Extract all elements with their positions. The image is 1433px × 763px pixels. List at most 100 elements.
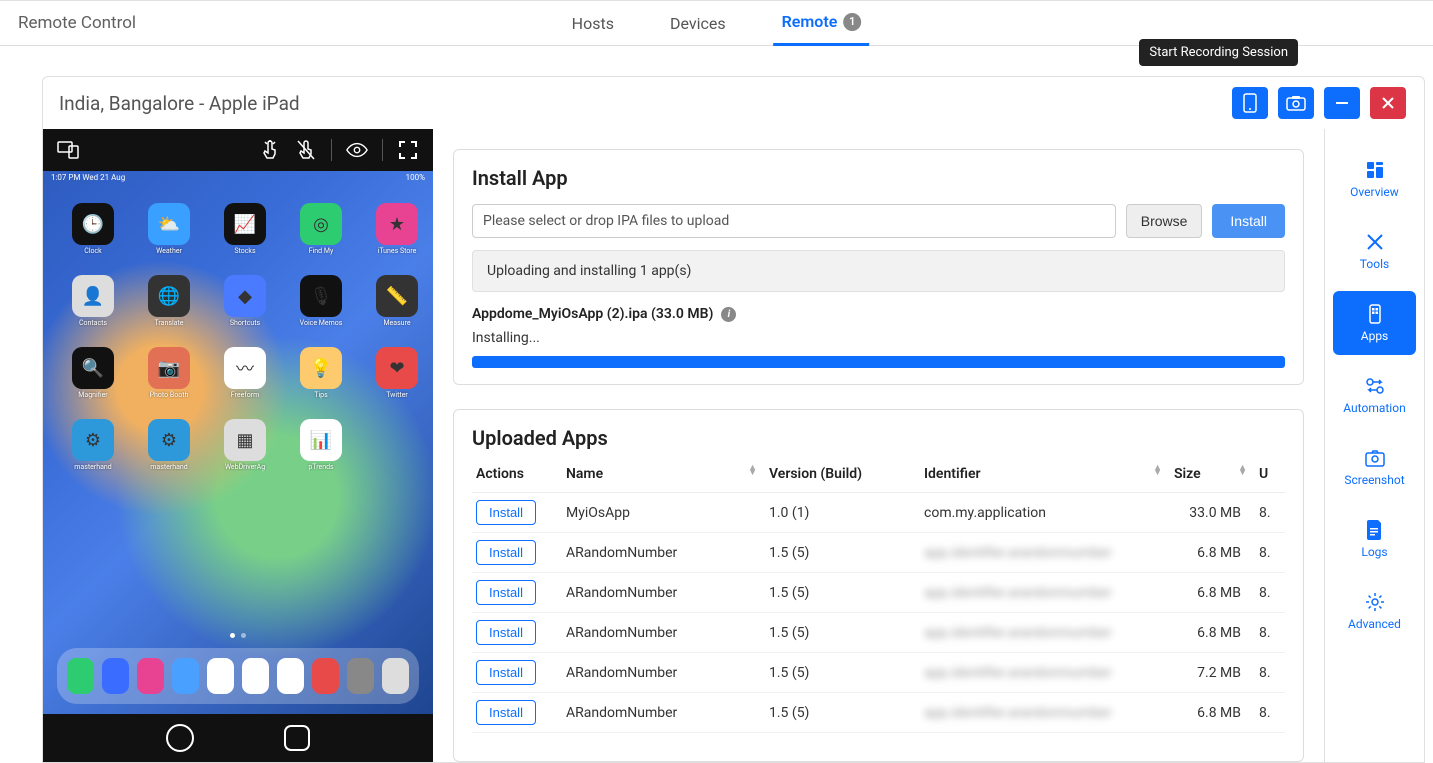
col-name[interactable]: Name▲▼ [562,460,765,493]
record-button[interactable] [1278,87,1314,119]
row-install-button[interactable]: Install [476,580,536,605]
app-title: Remote Control [18,13,136,33]
advanced-icon [1364,591,1386,613]
cell-size: 6.8 MB [1170,573,1255,613]
sidebar-item-tools[interactable]: Tools [1333,219,1416,283]
table-row: Install ARandomNumber 1.5 (5) app.identi… [472,573,1285,613]
col-version[interactable]: Version (Build) [765,460,920,493]
app-icon[interactable]: ⛅Weather [139,203,199,255]
app-icon[interactable]: 📷Photo Booth [139,347,199,399]
dock-icon[interactable] [277,658,304,694]
app-icon[interactable]: ▦WebDriverAg [215,419,275,471]
no-tap-icon[interactable] [295,139,317,161]
upload-row: Please select or drop IPA files to uploa… [472,204,1285,238]
dock-icon[interactable] [172,658,199,694]
session-title: India, Bangalore - Apple iPad [59,92,300,115]
devices-icon[interactable] [57,139,79,161]
info-icon[interactable]: i [721,307,736,322]
col-actions: Actions [472,460,562,493]
app-icon[interactable]: ◆Shortcuts [215,275,275,327]
device-screen[interactable]: 1:07 PM Wed 21 Aug 100% 🕒Clock⛅Weather📈S… [43,171,433,714]
dock-icon[interactable] [312,658,339,694]
app-icon[interactable]: 🌐Translate [139,275,199,327]
session-header: India, Bangalore - Apple iPad Start Reco… [43,77,1424,129]
app-icon[interactable]: 📊pTrends [291,419,351,471]
device-navbar [43,714,433,762]
app-icon[interactable]: 〰Freeform [215,347,275,399]
dock-icon[interactable] [382,658,409,694]
cell-identifier: app.identifier.arandomnumber [920,533,1170,573]
dock-icon[interactable] [347,658,374,694]
sort-icon: ▲▼ [1153,466,1162,476]
dock-icon[interactable] [137,658,164,694]
page-dot [230,633,235,638]
sidebar-item-label: Advanced [1348,617,1401,631]
app-icon[interactable]: ⚙masterhand [63,419,123,471]
row-install-button[interactable]: Install [476,540,536,565]
phone-icon [1243,93,1257,113]
device-button[interactable] [1232,87,1268,119]
col-size[interactable]: Size▲▼ [1170,460,1255,493]
uploaded-apps-card: Uploaded Apps Actions Name▲▼ Version (Bu… [453,409,1304,762]
row-install-button[interactable]: Install [476,700,536,725]
row-install-button[interactable]: Install [476,660,536,685]
dock-icon[interactable] [242,658,269,694]
cell-size: 7.2 MB [1170,653,1255,693]
col-u[interactable]: U [1255,460,1285,493]
col-identifier[interactable]: Identifier▲▼ [920,460,1170,493]
sidebar-item-advanced[interactable]: Advanced [1333,579,1416,643]
app-icon[interactable]: ❤Twitter [367,347,427,399]
app-icon[interactable]: ◎Find My [291,203,351,255]
tab-remote[interactable]: Remote 1 [774,0,870,46]
close-button[interactable] [1370,87,1406,119]
cell-version: 1.5 (5) [765,693,920,733]
table-row: Install ARandomNumber 1.5 (5) app.identi… [472,693,1285,733]
tab-bar: Hosts Devices Remote 1 [564,0,870,46]
minimize-button[interactable] [1324,87,1360,119]
browse-button[interactable]: Browse [1126,204,1203,238]
apps-table-scroll[interactable]: Actions Name▲▼ Version (Build) Identifie… [472,460,1285,761]
recents-button[interactable] [284,725,310,751]
sidebar-item-automation[interactable]: Automation [1333,363,1416,427]
app-grid: 🕒Clock⛅Weather📈Stocks◎Find My★iTunes Sto… [63,203,413,471]
logs-icon [1364,519,1386,541]
app-icon[interactable]: 📏Measure [367,275,427,327]
sidebar-item-overview[interactable]: Overview [1333,147,1416,211]
app-icon[interactable]: 💡Tips [291,347,351,399]
row-install-button[interactable]: Install [476,620,536,645]
session-body: 1:07 PM Wed 21 Aug 100% 🕒Clock⛅Weather📈S… [43,129,1424,762]
app-icon[interactable]: ⚙masterhand [139,419,199,471]
cell-name: ARandomNumber [562,613,765,653]
dock [57,648,419,704]
sidebar-item-apps[interactable]: Apps [1333,291,1416,355]
tab-hosts[interactable]: Hosts [564,0,622,46]
app-icon[interactable]: 🔍Magnifier [63,347,123,399]
sidebar-item-logs[interactable]: Logs [1333,507,1416,571]
upload-dropzone[interactable]: Please select or drop IPA files to uploa… [472,204,1116,238]
home-button[interactable] [166,724,194,752]
automation-icon [1364,375,1386,397]
device-column: 1:07 PM Wed 21 Aug 100% 🕒Clock⛅Weather📈S… [43,129,433,762]
app-icon[interactable]: 🕒Clock [63,203,123,255]
status-time: 1:07 PM Wed 21 Aug [51,173,125,183]
fullscreen-icon[interactable] [397,139,419,161]
dock-icon[interactable] [207,658,234,694]
sidebar-item-label: Automation [1343,401,1405,415]
app-icon[interactable]: 🎙Voice Memos [291,275,351,327]
row-install-button[interactable]: Install [476,500,536,525]
tab-devices[interactable]: Devices [662,0,734,46]
eye-icon[interactable] [346,139,368,161]
app-icon[interactable]: ★iTunes Store [367,203,427,255]
sidebar-item-screenshot[interactable]: Screenshot [1333,435,1416,499]
cell-size: 6.8 MB [1170,693,1255,733]
dock-icon[interactable] [102,658,129,694]
app-icon[interactable]: 👤Contacts [63,275,123,327]
cell-u: 8. [1255,653,1285,693]
cell-name: ARandomNumber [562,693,765,733]
sidebar-item-label: Screenshot [1344,473,1404,487]
sidebar-item-label: Overview [1350,185,1399,199]
app-icon[interactable]: 📈Stocks [215,203,275,255]
install-button[interactable]: Install [1212,204,1285,238]
tap-icon[interactable] [259,139,281,161]
dock-icon[interactable] [67,658,94,694]
